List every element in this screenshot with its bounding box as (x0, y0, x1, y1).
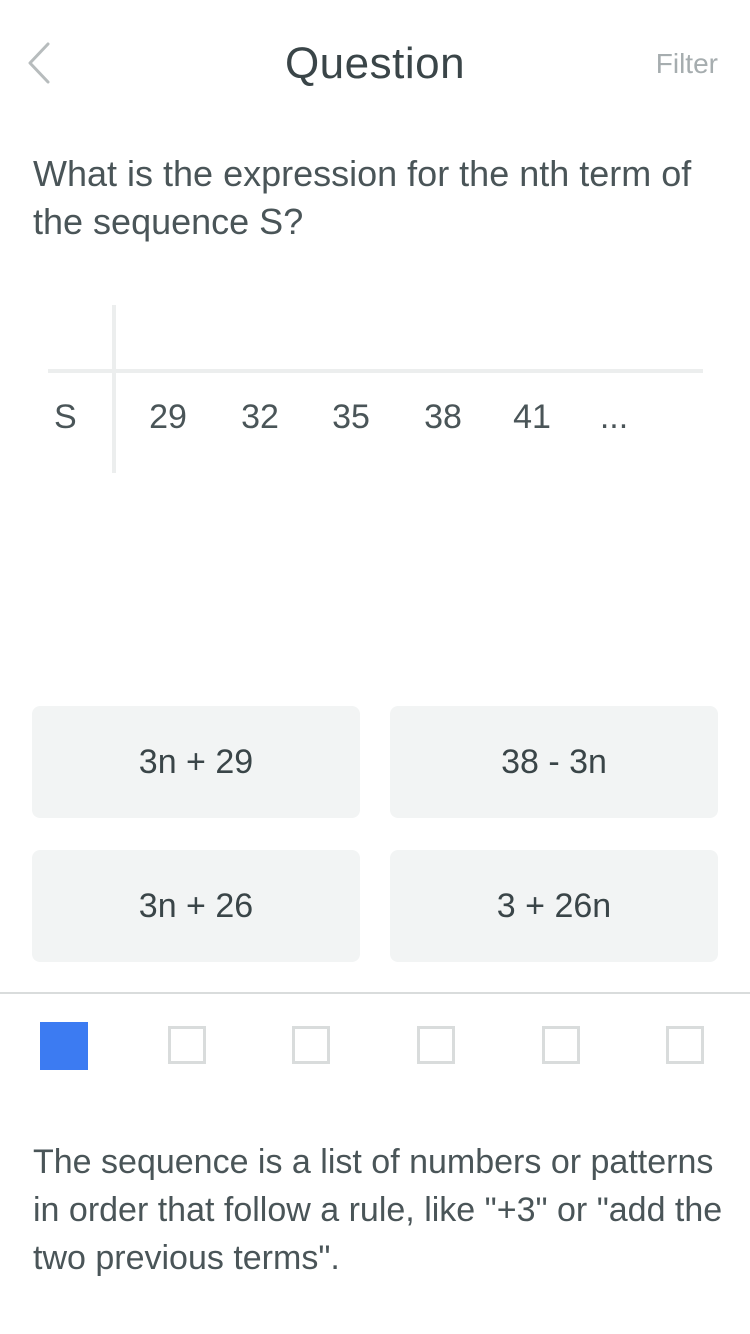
sequence-term: 41 (513, 398, 551, 436)
sequence-table: S 29 32 35 38 41 ... (48, 305, 703, 475)
progress-step-5 (542, 1026, 580, 1064)
sequence-term: 35 (332, 398, 370, 436)
answer-option-3[interactable]: 3n + 26 (32, 850, 360, 962)
progress-step-1-current (40, 1022, 88, 1070)
hint-text: The sequence is a list of numbers or pat… (33, 1143, 723, 1277)
answer-option-2[interactable]: 38 - 3n (390, 706, 718, 818)
sequence-ellipsis: ... (599, 398, 629, 436)
progress-step-2 (168, 1026, 206, 1064)
divider (0, 992, 750, 994)
header: Question Filter (0, 0, 750, 128)
progress-step-4 (417, 1026, 455, 1064)
sequence-term: 29 (149, 398, 187, 436)
filter-button[interactable]: Filter (656, 46, 718, 82)
table-vertical-divider (112, 305, 116, 473)
sequence-term: 38 (424, 398, 462, 436)
table-horizontal-divider (48, 369, 703, 373)
question-text: What is the expression for the nth term … (33, 153, 692, 242)
sequence-label: S (54, 398, 77, 436)
answer-option-1[interactable]: 3n + 29 (32, 706, 360, 818)
page-title: Question (284, 39, 466, 88)
sequence-term: 32 (241, 398, 279, 436)
answer-option-4[interactable]: 3 + 26n (390, 850, 718, 962)
progress-step-6 (666, 1026, 704, 1064)
progress-step-3 (292, 1026, 330, 1064)
